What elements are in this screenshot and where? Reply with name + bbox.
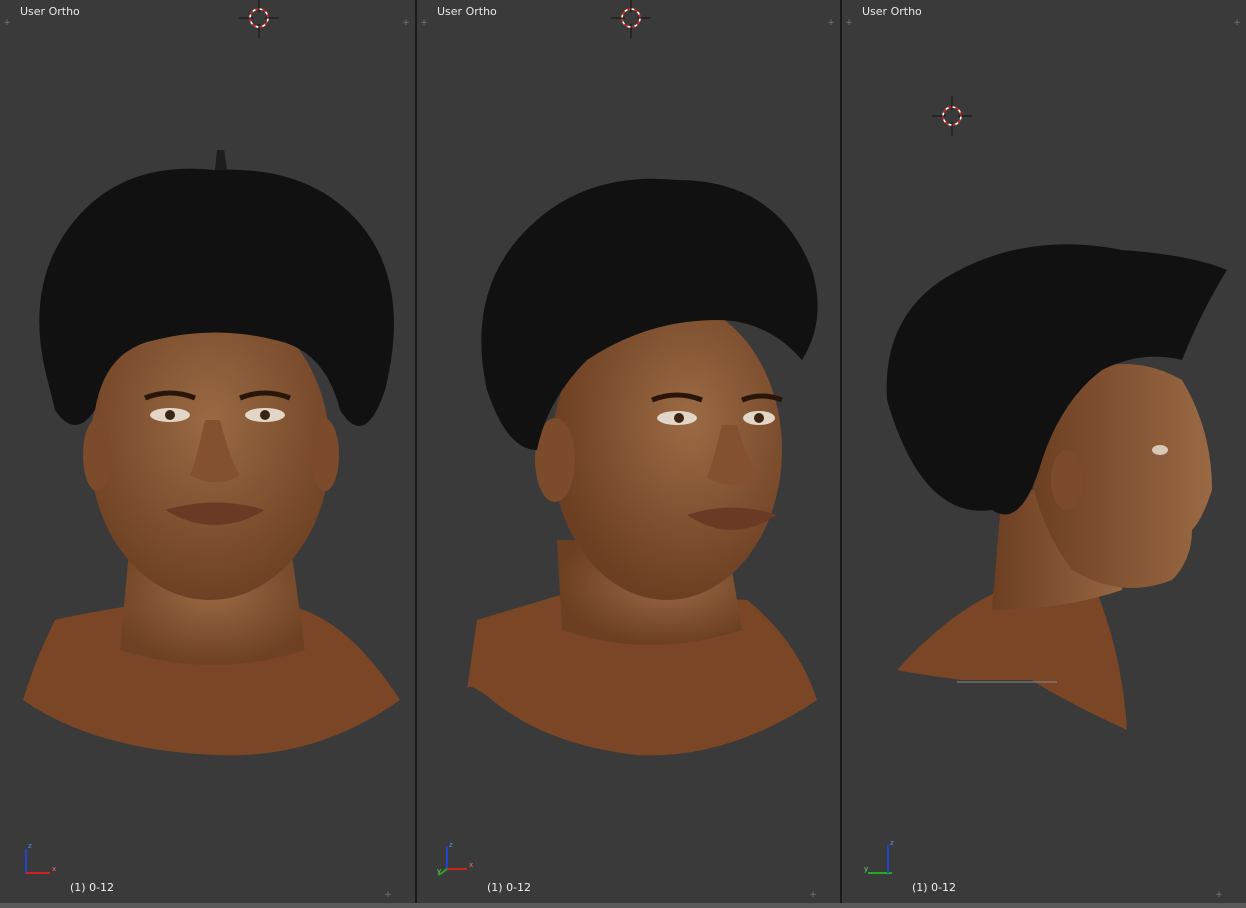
corner-plus-icon[interactable]: + <box>808 890 818 900</box>
viewport-side[interactable]: User Ortho + + + z y (1) 0-12 <box>842 0 1246 903</box>
svg-text:x: x <box>52 865 56 873</box>
viewport-three-quarter[interactable]: User Ortho + + + z x y (1) 0-12 <box>417 0 840 903</box>
axis-gizmo-icon: z x <box>25 842 56 874</box>
viewport-front[interactable]: User Ortho + + + z x (1) 0-12 <box>0 0 415 903</box>
svg-text:z: z <box>890 839 894 847</box>
head-model-front <box>23 150 400 756</box>
object-info: (1) 0-12 <box>70 881 115 894</box>
svg-text:x: x <box>469 861 473 869</box>
corner-plus-icon[interactable]: + <box>1232 18 1242 28</box>
viewport-title: User Ortho <box>20 5 80 18</box>
axis-gizmo-icon: z x y <box>437 841 473 876</box>
bottom-header-bar <box>0 903 1246 908</box>
object-info: (1) 0-12 <box>912 881 957 894</box>
svg-text:y: y <box>437 867 441 875</box>
corner-plus-icon[interactable]: + <box>826 18 836 28</box>
svg-text:z: z <box>449 841 453 849</box>
svg-text:y: y <box>864 865 868 873</box>
cursor-3d-icon <box>239 0 279 38</box>
corner-plus-icon[interactable]: + <box>1214 890 1224 900</box>
object-info: (1) 0-12 <box>487 881 532 894</box>
cursor-3d-icon <box>611 0 651 38</box>
corner-plus-icon[interactable]: + <box>419 18 429 28</box>
corner-plus-icon[interactable]: + <box>383 890 393 900</box>
head-model-side <box>886 244 1227 730</box>
corner-plus-icon[interactable]: + <box>844 18 854 28</box>
svg-text:z: z <box>28 842 32 850</box>
viewport-title: User Ortho <box>437 5 497 18</box>
cursor-3d-icon <box>932 96 972 136</box>
viewport-title: User Ortho <box>862 5 922 18</box>
axis-gizmo-icon: z y <box>864 839 894 874</box>
head-model-three-quarter <box>467 178 818 756</box>
corner-plus-icon[interactable]: + <box>2 18 12 28</box>
corner-plus-icon[interactable]: + <box>401 18 411 28</box>
